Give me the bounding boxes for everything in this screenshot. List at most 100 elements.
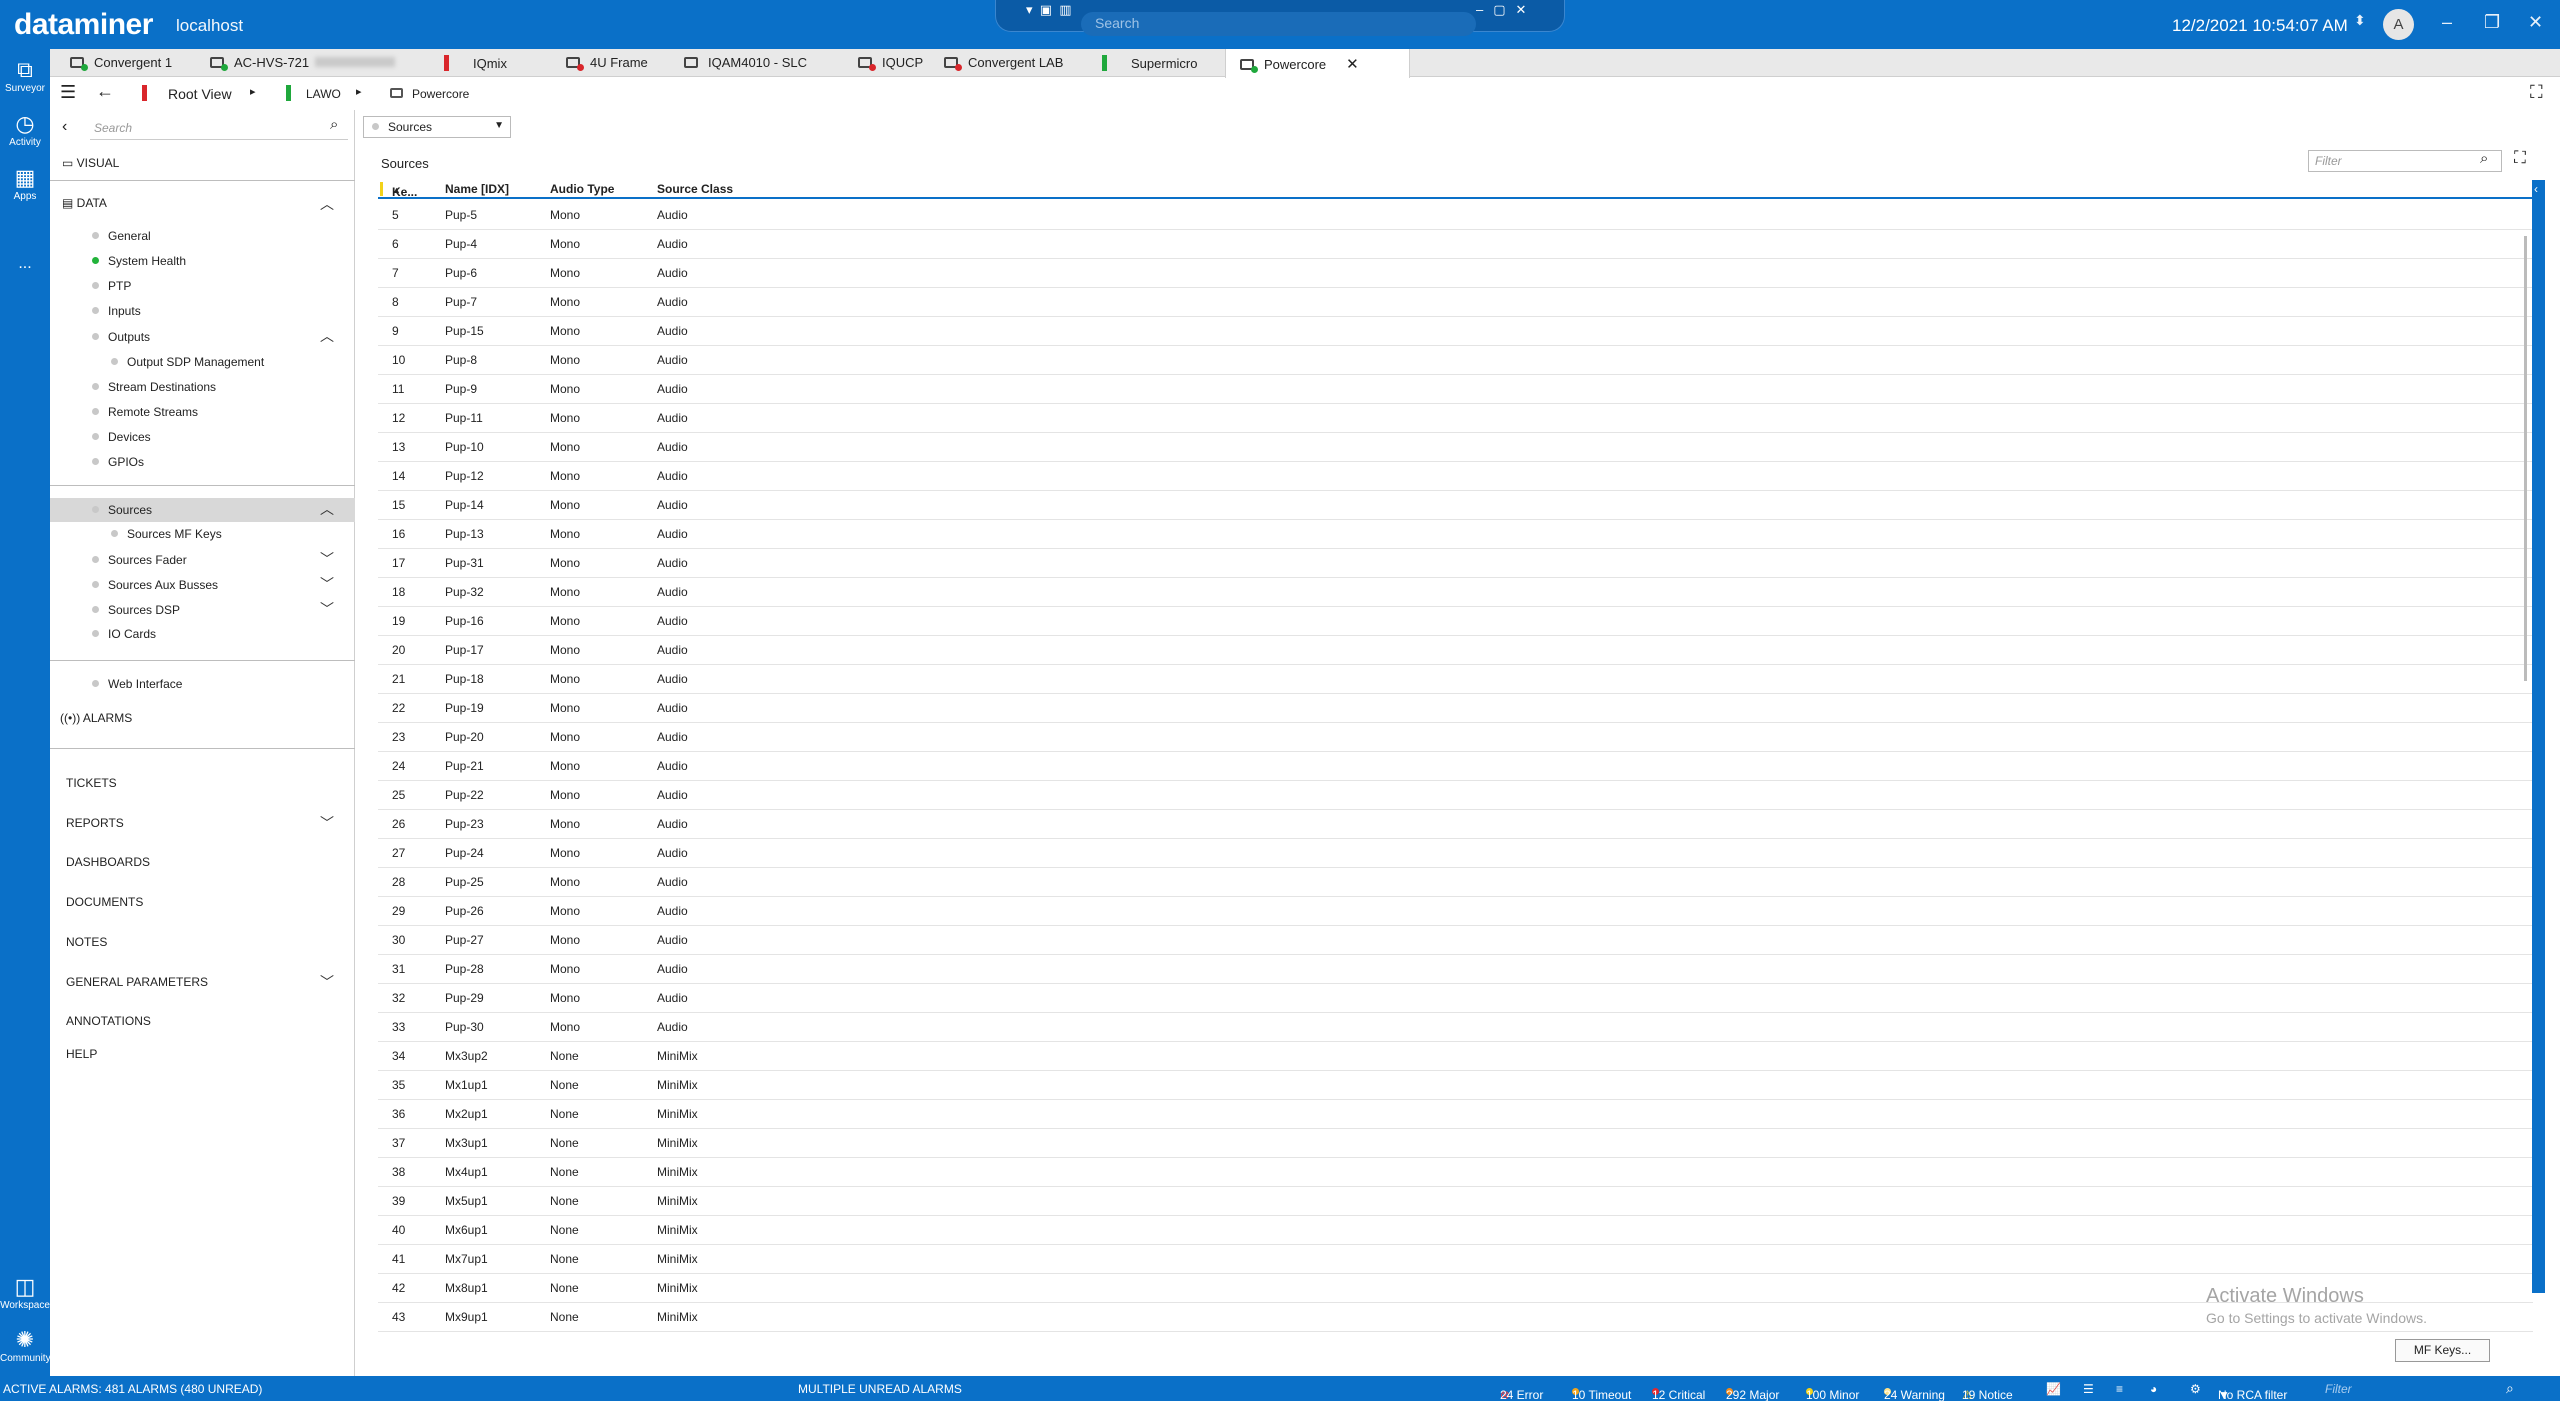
nav-item-inputs[interactable]: Inputs bbox=[92, 304, 141, 318]
workspace-button[interactable]: ◫ Workspace bbox=[0, 1274, 50, 1311]
minimize-icon[interactable]: – bbox=[2442, 12, 2452, 33]
expand-card-icon[interactable]: ⛶ bbox=[2530, 82, 2543, 103]
nav-reports[interactable]: REPORTS ﹀ bbox=[66, 813, 352, 833]
nav-dashboards[interactable]: DASHBOARDS bbox=[66, 855, 150, 869]
table-row[interactable]: 32 Pup-29 Mono Audio bbox=[378, 984, 2533, 1013]
table-row[interactable]: 11 Pup-9 Mono Audio bbox=[378, 375, 2533, 404]
table-row[interactable]: 13 Pup-10 Mono Audio bbox=[378, 433, 2533, 462]
nav-visual[interactable]: ▭ VISUAL bbox=[62, 156, 119, 170]
tab-supermicro[interactable]: Supermicro bbox=[1088, 49, 1197, 77]
nav-alarms[interactable]: ((•)) ALARMS bbox=[60, 711, 132, 725]
search-icon[interactable]: ⌕ bbox=[330, 116, 338, 133]
quick-bar-window-icons[interactable]: –▢✕ bbox=[1476, 2, 1536, 18]
table-row[interactable]: 41 Mx7up1 None MiniMix bbox=[378, 1245, 2533, 1274]
tab-convergent-lab[interactable]: Convergent LAB bbox=[930, 49, 1063, 77]
page-dropdown[interactable]: Sources ▼ bbox=[363, 116, 511, 138]
nav-item-gpios[interactable]: GPIOs bbox=[92, 455, 144, 469]
nav-item-sources-dsp[interactable]: Sources DSP ﹀ bbox=[92, 601, 352, 617]
chevron-up-icon[interactable]: ︿ bbox=[320, 499, 334, 519]
column-header-source-class[interactable]: Source Class bbox=[657, 182, 733, 196]
table-row[interactable]: 29 Pup-26 Mono Audio bbox=[378, 897, 2533, 926]
table-row[interactable]: 7 Pup-6 Mono Audio bbox=[378, 259, 2533, 288]
nav-data[interactable]: ▤ DATA ︿ bbox=[62, 196, 352, 212]
table-row[interactable]: 12 Pup-11 Mono Audio bbox=[378, 404, 2533, 433]
table-row[interactable]: 9 Pup-15 Mono Audio bbox=[378, 317, 2533, 346]
table-row[interactable]: 15 Pup-14 Mono Audio bbox=[378, 491, 2533, 520]
unread-alarms-label[interactable]: MULTIPLE UNREAD ALARMS bbox=[798, 1382, 962, 1396]
tab-iqmix[interactable]: IQmix bbox=[430, 49, 507, 77]
nav-item-system-health[interactable]: System Health bbox=[92, 254, 186, 268]
table-row[interactable]: 30 Pup-27 Mono Audio bbox=[378, 926, 2533, 955]
table-row[interactable]: 8 Pup-7 Mono Audio bbox=[378, 288, 2533, 317]
restore-icon[interactable]: ❐ bbox=[2484, 12, 2500, 33]
table-row[interactable]: 21 Pup-18 Mono Audio bbox=[378, 665, 2533, 694]
close-tab-icon[interactable]: ✕ bbox=[1346, 56, 1359, 73]
table-row[interactable]: 19 Pup-16 Mono Audio bbox=[378, 607, 2533, 636]
breadcrumb-lawo[interactable]: LAWO bbox=[306, 87, 341, 101]
breadcrumb-root[interactable]: Root View bbox=[168, 86, 232, 102]
avatar[interactable]: A bbox=[2383, 9, 2414, 40]
table-row[interactable]: 39 Mx5up1 None MiniMix bbox=[378, 1187, 2533, 1216]
nav-item-output-sdp-management[interactable]: Output SDP Management bbox=[111, 355, 264, 369]
expand-table-icon[interactable]: ⛶ bbox=[2514, 148, 2526, 168]
nav-item-outputs[interactable]: Outputs ︿ bbox=[92, 328, 352, 344]
table-row[interactable]: 31 Pup-28 Mono Audio bbox=[378, 955, 2533, 984]
table-row[interactable]: 26 Pup-23 Mono Audio bbox=[378, 810, 2533, 839]
table-row[interactable]: 35 Mx1up1 None MiniMix bbox=[378, 1071, 2533, 1100]
tab-iqucp[interactable]: IQUCP bbox=[844, 49, 923, 77]
table-row[interactable]: 6 Pup-4 Mono Audio bbox=[378, 230, 2533, 259]
breadcrumb-powercore[interactable]: Powercore bbox=[412, 87, 469, 101]
table-filter-input[interactable]: Filter bbox=[2308, 150, 2502, 172]
sort-icon[interactable]: ≡ bbox=[2116, 1382, 2123, 1396]
table-row[interactable]: 22 Pup-19 Mono Audio bbox=[378, 694, 2533, 723]
nav-item-sources-mf-keys[interactable]: Sources MF Keys bbox=[111, 527, 222, 541]
nav-search-input[interactable]: Search bbox=[90, 118, 348, 140]
table-row[interactable]: 23 Pup-20 Mono Audio bbox=[378, 723, 2533, 752]
hamburger-menu-icon[interactable]: ☰ bbox=[60, 82, 76, 103]
tab-convergent-1[interactable]: Convergent 1 bbox=[56, 49, 172, 77]
table-row[interactable]: 14 Pup-12 Mono Audio bbox=[378, 462, 2533, 491]
table-row[interactable]: 27 Pup-24 Mono Audio bbox=[378, 839, 2533, 868]
chevron-up-icon[interactable]: ︿ bbox=[320, 194, 334, 214]
column-header-audio-type[interactable]: Audio Type bbox=[550, 182, 614, 196]
nav-item-stream-destinations[interactable]: Stream Destinations bbox=[92, 380, 216, 394]
table-row[interactable]: 5 Pup-5 Mono Audio bbox=[378, 201, 2533, 230]
mf-keys-button[interactable]: MF Keys... bbox=[2395, 1339, 2490, 1362]
chevron-down-icon[interactable]: ﹀ bbox=[320, 574, 334, 594]
nav-item-io-cards[interactable]: IO Cards bbox=[92, 627, 156, 641]
nav-documents[interactable]: DOCUMENTS bbox=[66, 895, 143, 909]
nav-item-sources-aux-busses[interactable]: Sources Aux Busses ﹀ bbox=[92, 576, 352, 592]
table-row[interactable]: 36 Mx2up1 None MiniMix bbox=[378, 1100, 2533, 1129]
table-row[interactable]: 16 Pup-13 Mono Audio bbox=[378, 520, 2533, 549]
back-arrow-icon[interactable]: ← bbox=[96, 81, 114, 102]
table-row[interactable]: 34 Mx3up2 None MiniMix bbox=[378, 1042, 2533, 1071]
breadcrumb-arrow-icon[interactable]: ▸ bbox=[356, 85, 362, 98]
table-row[interactable]: 17 Pup-31 Mono Audio bbox=[378, 549, 2533, 578]
nav-annotations[interactable]: ANNOTATIONS bbox=[66, 1014, 151, 1028]
nav-item-devices[interactable]: Devices bbox=[92, 430, 151, 444]
table-row[interactable]: 25 Pup-22 Mono Audio bbox=[378, 781, 2533, 810]
surveyor-button[interactable]: ⧉ Surveyor bbox=[0, 57, 50, 94]
vertical-scrollbar[interactable] bbox=[2524, 236, 2527, 681]
chevron-down-icon[interactable]: ﹀ bbox=[320, 549, 334, 569]
nav-item-remote-streams[interactable]: Remote Streams bbox=[92, 405, 198, 419]
table-row[interactable]: 24 Pup-21 Mono Audio bbox=[378, 752, 2533, 781]
status-filter-input[interactable]: Filter bbox=[2325, 1382, 2352, 1396]
tab-4u-frame[interactable]: 4U Frame bbox=[552, 49, 648, 77]
nav-item-web-interface[interactable]: Web Interface bbox=[92, 677, 182, 691]
apps-button[interactable]: ▦ Apps bbox=[0, 165, 50, 202]
side-panel-toggle[interactable]: ‹ bbox=[2532, 180, 2545, 1293]
table-row[interactable]: 33 Pup-30 Mono Audio bbox=[378, 1013, 2533, 1042]
table-row[interactable]: 28 Pup-25 Mono Audio bbox=[378, 868, 2533, 897]
column-header-name[interactable]: Name [IDX] bbox=[445, 182, 509, 196]
table-row[interactable]: 40 Mx6up1 None MiniMix bbox=[378, 1216, 2533, 1245]
trend-icon[interactable]: 📈 bbox=[2046, 1382, 2061, 1396]
chevron-down-icon[interactable]: ﹀ bbox=[320, 813, 334, 833]
table-row[interactable]: 38 Mx4up1 None MiniMix bbox=[378, 1158, 2533, 1187]
activity-button[interactable]: ◷ Activity bbox=[0, 111, 50, 148]
tab-iqam4010-slc[interactable]: IQAM4010 - SLC bbox=[670, 49, 807, 77]
nav-item-general[interactable]: General bbox=[92, 229, 151, 243]
nav-general-parameters[interactable]: GENERAL PARAMETERS ﹀ bbox=[66, 974, 352, 990]
center-search-input[interactable]: Search bbox=[1081, 12, 1476, 36]
nav-tickets[interactable]: TICKETS bbox=[66, 776, 117, 790]
